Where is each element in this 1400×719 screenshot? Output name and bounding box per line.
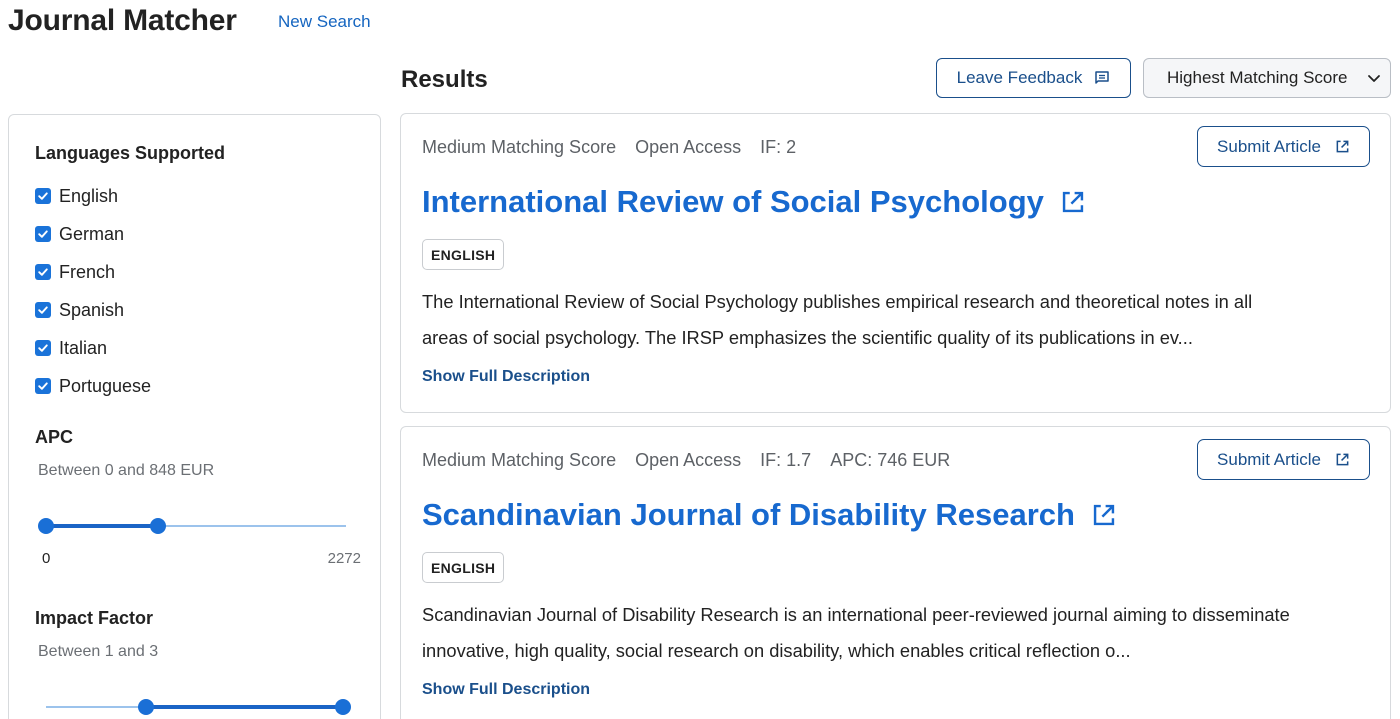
- submit-article-label: Submit Article: [1217, 136, 1321, 156]
- apc-slider-min-thumb[interactable]: [38, 518, 54, 534]
- journal-description: The International Review of Social Psych…: [422, 284, 1377, 356]
- language-option-italian[interactable]: Italian: [35, 329, 151, 367]
- language-badge: ENGLISH: [422, 239, 505, 270]
- journal-title: International Review of Social Psycholog…: [422, 184, 1044, 219]
- show-full-description-link[interactable]: Show Full Description: [422, 681, 590, 699]
- journal-description: Scandinavian Journal of Disability Resea…: [422, 597, 1377, 669]
- matching-score: Medium Matching Score: [422, 450, 617, 470]
- filters-sidebar: Languages Supported English German French S…: [8, 114, 381, 719]
- access-type: Open Access: [635, 137, 742, 157]
- leave-feedback-label: Leave Feedback: [956, 68, 1083, 87]
- description-line: The International Review of Social Psych…: [422, 291, 1253, 312]
- language-label: German: [59, 223, 125, 244]
- new-search-link[interactable]: New Search: [278, 12, 371, 32]
- language-label: Italian: [59, 337, 108, 358]
- external-link-icon: [1093, 504, 1115, 526]
- journal-title: Scandinavian Journal of Disability Resea…: [422, 497, 1075, 532]
- checkbox-checked-icon[interactable]: [35, 188, 51, 204]
- if-slider-track: [146, 705, 343, 709]
- sort-select[interactable]: Highest Matching Score: [1143, 58, 1391, 98]
- apc-range-text: Between 0 and 848 EUR: [38, 462, 215, 479]
- apc-slider-max-thumb[interactable]: [149, 518, 166, 534]
- checkbox-checked-icon[interactable]: [35, 340, 51, 356]
- description-line: Scandinavian Journal of Disability Resea…: [422, 604, 1290, 625]
- language-label: English: [59, 185, 119, 206]
- apc-value: APC: 746 EUR: [830, 450, 951, 470]
- language-option-english[interactable]: English: [35, 177, 151, 215]
- language-label: Portuguese: [59, 375, 152, 396]
- impact-factor-range-slider[interactable]: [46, 699, 351, 715]
- submit-article-label: Submit Article: [1217, 449, 1321, 469]
- access-type: Open Access: [635, 450, 742, 470]
- leave-feedback-button[interactable]: Leave Feedback: [936, 58, 1131, 98]
- app-title: Journal Matcher: [8, 4, 237, 37]
- impact-factor: IF: 2: [760, 137, 797, 157]
- languages-heading: Languages Supported: [35, 143, 226, 163]
- language-label: French: [59, 261, 116, 282]
- impact-factor: IF: 1.7: [760, 450, 812, 470]
- apc-slider-min-label: 0: [42, 550, 51, 567]
- apc-slider-track: [46, 524, 158, 528]
- language-label: Spanish: [59, 299, 125, 320]
- journal-title-link[interactable]: International Review of Social Psycholog…: [422, 184, 1086, 220]
- external-link-icon: [1336, 140, 1349, 153]
- journal-card: Medium Matching Score Open Access IF: 2 …: [400, 113, 1391, 413]
- checkbox-checked-icon[interactable]: [35, 302, 51, 318]
- checkbox-checked-icon[interactable]: [35, 264, 51, 280]
- apc-slider-max-label: 2272: [327, 550, 361, 567]
- sort-selected-value: Highest Matching Score: [1167, 68, 1348, 87]
- checkbox-checked-icon[interactable]: [35, 378, 51, 394]
- external-link-icon: [1336, 453, 1349, 466]
- journal-title-link[interactable]: Scandinavian Journal of Disability Resea…: [422, 497, 1117, 533]
- language-option-portuguese[interactable]: Portuguese: [35, 367, 151, 405]
- if-slider-min-thumb[interactable]: [138, 699, 154, 715]
- results-heading: Results: [401, 66, 488, 93]
- impact-factor-heading: Impact Factor: [35, 608, 154, 628]
- if-slider-max-thumb[interactable]: [335, 699, 351, 715]
- feedback-icon: [1095, 71, 1110, 84]
- show-full-description-link[interactable]: Show Full Description: [422, 368, 590, 386]
- language-badge: ENGLISH: [422, 552, 505, 583]
- matching-score: Medium Matching Score: [422, 137, 617, 157]
- journal-card: Medium Matching Score Open Access IF: 1.…: [400, 426, 1391, 719]
- submit-article-button[interactable]: Submit Article: [1197, 439, 1370, 480]
- checkbox-checked-icon[interactable]: [35, 226, 51, 242]
- journal-meta: Medium Matching Score Open Access IF: 1.…: [422, 450, 950, 471]
- description-line: innovative, high quality, social researc…: [422, 640, 1131, 661]
- submit-article-button[interactable]: Submit Article: [1197, 126, 1370, 167]
- apc-heading: APC: [35, 427, 74, 447]
- language-option-french[interactable]: French: [35, 253, 151, 291]
- impact-factor-range-text: Between 1 and 3: [38, 643, 159, 660]
- journal-meta: Medium Matching Score Open Access IF: 2: [422, 137, 796, 158]
- language-list: English German French Spanish Italian Portugu…: [35, 177, 151, 405]
- language-option-german[interactable]: German: [35, 215, 151, 253]
- language-option-spanish[interactable]: Spanish: [35, 291, 151, 329]
- description-line: areas of social psychology. The IRSP emp…: [422, 327, 1193, 348]
- apc-range-slider[interactable]: [38, 518, 346, 534]
- external-link-icon: [1062, 191, 1084, 213]
- chevron-down-icon: [1368, 75, 1380, 82]
